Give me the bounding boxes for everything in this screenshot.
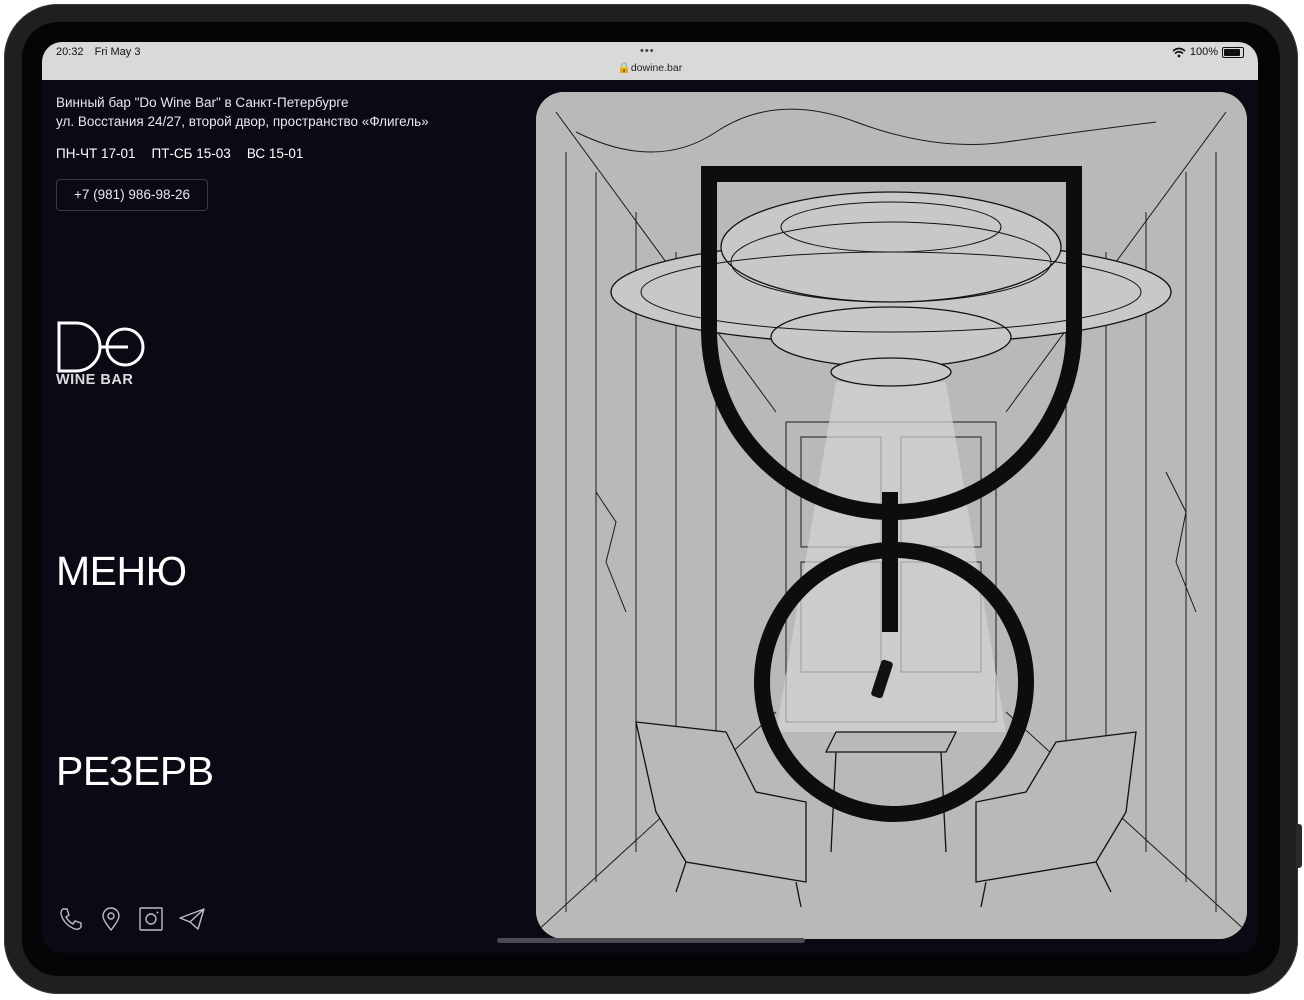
url-text: dowine.bar	[630, 62, 683, 74]
social-links	[58, 906, 205, 932]
logo[interactable]: WINE BAR	[56, 320, 156, 394]
telegram-icon[interactable]	[178, 906, 205, 932]
screen: 20:32 Fri May 3 ••• 🔒dowine.bar 100% Вин…	[42, 42, 1258, 953]
lock-icon: 🔒	[617, 62, 631, 74]
instagram-icon[interactable]	[138, 906, 164, 932]
reserve-link[interactable]: РЕЗЕРВ	[56, 748, 214, 795]
more-dots-icon[interactable]: •••	[640, 45, 655, 57]
side-button	[1296, 824, 1302, 868]
bar-title-line: Винный бар "Do Wine Bar" в Санкт-Петербу…	[56, 95, 349, 110]
status-time: 20:32 Fri May 3	[56, 46, 140, 58]
home-indicator	[497, 938, 805, 943]
phone-icon[interactable]	[58, 906, 84, 932]
wifi-icon	[1172, 47, 1186, 57]
date: Fri May 3	[94, 46, 141, 58]
menu-link[interactable]: МЕНЮ	[56, 548, 187, 595]
address-line: ул. Восстания 24/27, второй двор, простр…	[56, 114, 429, 129]
logo-mark	[57, 321, 145, 373]
hero-illustration	[536, 92, 1247, 939]
opening-hours: ПН-ЧТ 17-01 ПТ-СБ 15-03 ВС 15-01	[56, 146, 303, 161]
hours-weekdays: ПН-ЧТ 17-01	[56, 146, 136, 161]
phone-button[interactable]: +7 (981) 986-98-26	[56, 179, 208, 211]
clock: 20:32	[56, 46, 84, 58]
url-bar[interactable]: 🔒dowine.bar	[42, 61, 1258, 74]
battery-icon	[1222, 46, 1244, 58]
location-pin-icon[interactable]	[98, 906, 124, 932]
hours-friday-saturday: ПТ-СБ 15-03	[151, 146, 231, 161]
logo-subtitle: WINE BAR	[56, 372, 134, 388]
battery-percent: 100%	[1189, 46, 1218, 58]
status-right: 100%	[1172, 46, 1244, 58]
browser-status-bar: 20:32 Fri May 3 ••• 🔒dowine.bar 100%	[42, 42, 1258, 80]
illustration-art	[536, 92, 1247, 939]
hours-sunday: ВС 15-01	[246, 146, 304, 161]
